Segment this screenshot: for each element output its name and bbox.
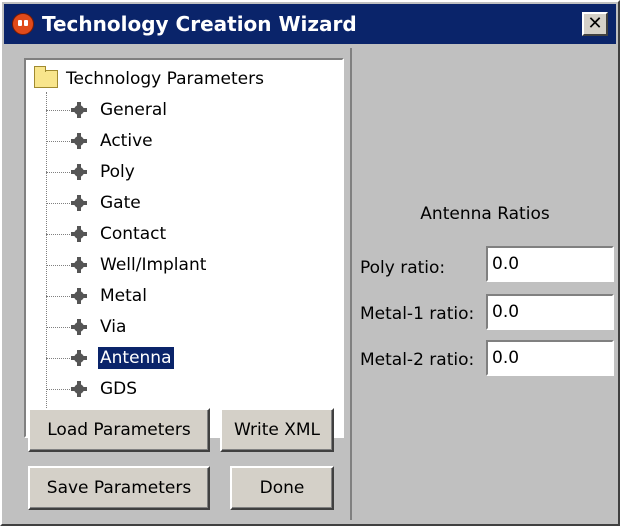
node-icon <box>71 257 87 273</box>
metal-1-ratio-label: Metal-1 ratio: <box>360 304 475 324</box>
node-icon <box>71 319 87 335</box>
left-pane: Technology Parameters General Active Pol… <box>8 48 348 518</box>
tree-item-general[interactable]: General <box>46 97 169 123</box>
tree-item-metal[interactable]: Metal <box>46 283 149 309</box>
tree-branch-line <box>46 233 74 235</box>
tree-item-gds[interactable]: GDS <box>46 376 139 402</box>
tree-item-label: GDS <box>100 379 138 399</box>
save-parameters-button[interactable]: Save Parameters <box>28 466 210 510</box>
metal-2-ratio-input[interactable] <box>486 340 614 376</box>
tree-item-label: Via <box>100 317 127 337</box>
write-xml-button[interactable]: Write XML <box>220 408 334 452</box>
node-icon <box>71 350 87 366</box>
antenna-panel: Antenna Ratios Poly ratio: Metal-1 ratio… <box>350 48 616 520</box>
tree-item-antenna[interactable]: Antenna <box>46 345 174 371</box>
tree-item-label: Active <box>100 131 153 151</box>
tree-item-well-implant[interactable]: Well/Implant <box>46 252 208 278</box>
parameter-tree: Technology Parameters General Active Pol… <box>24 58 344 438</box>
tree-item-gate[interactable]: Gate <box>46 190 143 216</box>
tree-item-label: Well/Implant <box>100 255 207 275</box>
window-title: Technology Creation Wizard <box>42 12 357 36</box>
load-parameters-button[interactable]: Load Parameters <box>28 408 210 452</box>
node-icon <box>71 164 87 180</box>
wizard-window: Technology Creation Wizard ✕ Technology … <box>0 0 620 526</box>
node-icon <box>71 133 87 149</box>
tree-branch-line <box>46 295 74 297</box>
folder-icon <box>34 66 58 88</box>
tree-branch-line <box>46 326 74 328</box>
done-button[interactable]: Done <box>230 466 334 510</box>
tree-branch-line <box>46 140 74 142</box>
tree-item-via[interactable]: Via <box>46 314 128 340</box>
tree-branch-line <box>46 109 74 111</box>
node-icon <box>71 288 87 304</box>
tree-item-label: Poly <box>100 162 135 182</box>
tree-branch-line <box>46 202 74 204</box>
metal-2-ratio-label: Metal-2 ratio: <box>360 350 475 370</box>
tree-item-label: Gate <box>100 193 141 213</box>
poly-ratio-label: Poly ratio: <box>360 258 446 278</box>
tree-item-contact[interactable]: Contact <box>46 221 168 247</box>
tree-root-label: Technology Parameters <box>66 69 264 89</box>
metal-1-ratio-input[interactable] <box>486 294 614 330</box>
node-icon <box>71 195 87 211</box>
tree-branch-line <box>46 357 74 359</box>
node-icon <box>71 226 87 242</box>
panel-title: Antenna Ratios <box>420 204 550 224</box>
title-bar[interactable]: Technology Creation Wizard ✕ <box>4 4 616 44</box>
tree-item-label: Contact <box>100 224 167 244</box>
tree-branch-line <box>46 388 74 390</box>
tree-item-poly[interactable]: Poly <box>46 159 137 185</box>
tree-item-label: General <box>100 100 167 120</box>
poly-ratio-input[interactable] <box>486 246 614 282</box>
tree-root[interactable]: Technology Parameters <box>34 66 264 92</box>
app-icon <box>12 13 34 35</box>
node-icon <box>71 381 87 397</box>
tree-item-label: Metal <box>100 286 147 306</box>
tree-item-active[interactable]: Active <box>46 128 155 154</box>
tree-branch-line <box>46 264 74 266</box>
close-button[interactable]: ✕ <box>582 12 608 36</box>
node-icon <box>71 102 87 118</box>
tree-item-label: Antenna <box>98 347 174 369</box>
tree-branch-line <box>46 171 74 173</box>
